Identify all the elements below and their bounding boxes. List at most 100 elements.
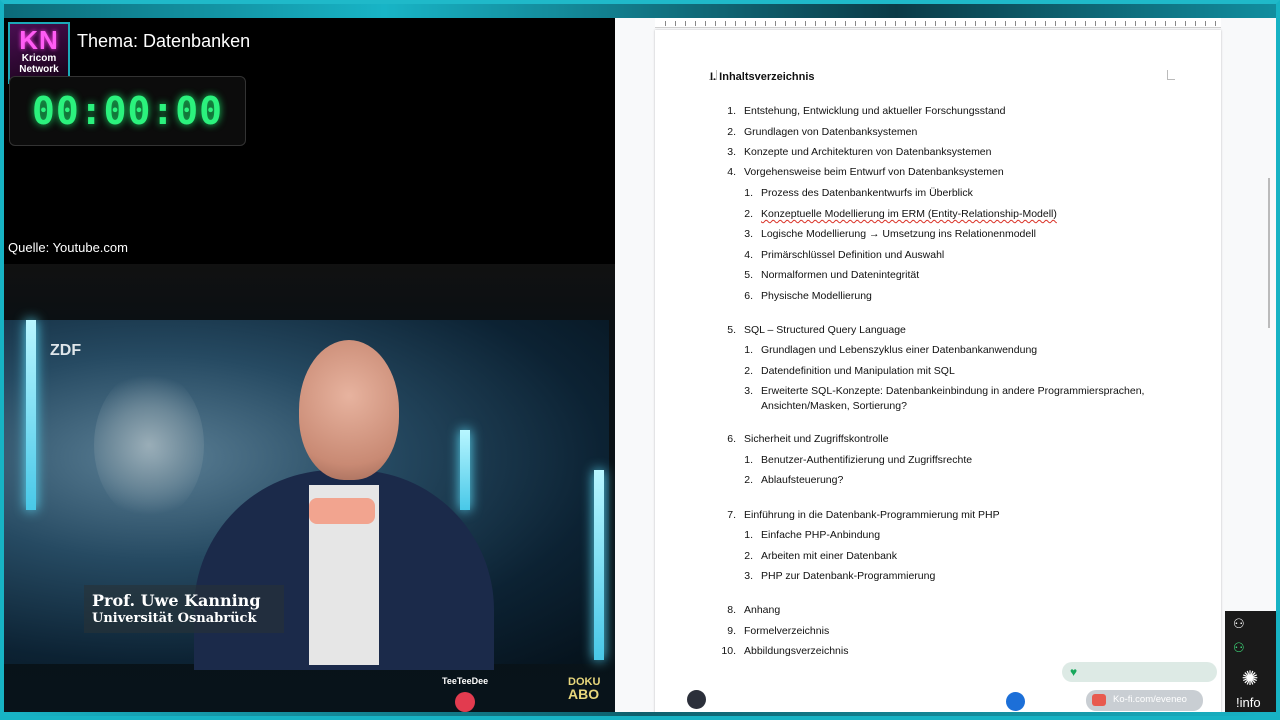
- toc-number: 2.: [744, 550, 753, 562]
- ruler-tick: [1085, 21, 1086, 26]
- ruler-tick: [725, 21, 726, 26]
- toc-number: 3.: [744, 570, 753, 582]
- toc-text: Logische Modellierung → Umsetzung ins Re…: [761, 228, 1036, 240]
- ruler-tick: [865, 21, 866, 26]
- ruler-tick: [675, 21, 676, 26]
- toc-text: Grundlagen von Datenbanksystemen: [744, 126, 918, 138]
- logo-main: KN: [19, 25, 59, 55]
- video-player[interactable]: ZDF Prof. Uwe Kanning Universität Osnabr…: [4, 264, 615, 712]
- toc-text: Einführung in die Datenbank-Programmieru…: [744, 509, 1000, 521]
- toc-number: 9.: [727, 625, 736, 637]
- studio-light-bar: [26, 320, 36, 510]
- ruler-tick: [805, 21, 806, 26]
- speaker-bow-tie: [309, 498, 375, 524]
- ruler-tick: [915, 21, 916, 26]
- info-label: !info: [1236, 695, 1261, 710]
- ruler-tick: [925, 21, 926, 26]
- document-viewer[interactable]: I. Inhaltsverzeichnis 1. Entstehung, Entw…: [615, 18, 1276, 712]
- toc-subitem: 1. Einfache PHP-Anbindung: [744, 529, 880, 541]
- toc-number: 10.: [721, 645, 736, 657]
- ruler-tick: [935, 21, 936, 26]
- viewer-name: TeeTeeDee: [442, 676, 489, 686]
- toc-subitem: 6. Physische Modellierung: [744, 290, 872, 302]
- ruler-tick: [1125, 21, 1126, 26]
- lower-third: Prof. Uwe Kanning Universität Osnabrück: [84, 585, 284, 633]
- toc-text: Konzepte und Architekturen von Datenbank…: [744, 146, 992, 158]
- toc-subitem: 1. Benutzer-Authentifizierung und Zugriff…: [744, 454, 972, 466]
- ruler-tick: [1045, 21, 1046, 26]
- badge-line-2: ABO: [568, 686, 600, 702]
- toc-subitem: 3. PHP zur Datenbank-Programmierung: [744, 570, 936, 582]
- ruler-tick: [1145, 21, 1146, 26]
- margin-corner-right: [1167, 70, 1175, 80]
- studio-light-bar: [460, 430, 470, 510]
- toc-text: Prozess des Datenbankentwurfs im Überbli…: [761, 187, 973, 199]
- toc-subitem: 2. Konzeptuelle Modellierung im ERM (Enti…: [744, 208, 1057, 220]
- cup-icon: [1092, 694, 1106, 706]
- toc-number: 1.: [744, 187, 753, 199]
- toc-number: 5.: [744, 269, 753, 281]
- timer-display: 00:00:00: [31, 89, 224, 133]
- speaker-name: Prof. Uwe Kanning: [92, 591, 261, 610]
- ruler-tick: [1115, 21, 1116, 26]
- background-face: [94, 370, 204, 520]
- toc-subitem: 3. Erweiterte SQL-Konzepte: Datenbankeinb…: [744, 385, 1144, 397]
- ruler-tick: [945, 21, 946, 26]
- toc-item: 8. Anhang: [727, 604, 781, 616]
- toc-item: 6. Sicherheit und Zugriffskontrolle: [727, 433, 888, 445]
- toc-text: Formelverzeichnis: [744, 625, 830, 637]
- toc-text: Datendefinition und Manipulation mit SQL: [761, 365, 955, 377]
- ruler-tick: [985, 21, 986, 26]
- topic-title: Thema: Datenbanken: [77, 31, 251, 51]
- toc-number: 4.: [744, 249, 753, 261]
- toc-item: 10. Abbildungsverzeichnis: [721, 645, 848, 657]
- viewer-avatar-blue: [1006, 692, 1025, 711]
- toc-number: 6.: [727, 433, 736, 445]
- horizontal-ruler[interactable]: [655, 18, 1221, 28]
- kn-logo: KN Kricom Network: [8, 22, 70, 84]
- toc-item: 4. Vorgehensweise beim Entwurf von Datenb…: [727, 166, 1004, 178]
- ruler-tick: [785, 21, 786, 26]
- ruler-tick: [885, 21, 886, 26]
- kofi-link[interactable]: Ko-fi.com/eveneo: [1086, 690, 1203, 711]
- toc-text: SQL – Structured Query Language: [744, 324, 906, 336]
- toc-number: 1.: [744, 344, 753, 356]
- donation-pill: ♥: [1062, 662, 1217, 682]
- ruler-tick: [995, 21, 996, 26]
- ruler-tick: [685, 21, 686, 26]
- ruler-tick: [855, 21, 856, 26]
- toc-number: 3.: [744, 385, 753, 397]
- video-frame: ZDF Prof. Uwe Kanning Universität Osnabr…: [4, 320, 609, 670]
- stream-panel: KN Kricom Network Thema: Datenbanken 00:…: [4, 18, 615, 712]
- toc-number: 4.: [727, 166, 736, 178]
- ruler-tick: [835, 21, 836, 26]
- ruler-tick: [965, 21, 966, 26]
- kofi-label: Ko-fi.com/eveneo: [1113, 694, 1187, 705]
- stream-frame-bottom: [0, 712, 1280, 720]
- vertical-scrollbar[interactable]: [1268, 178, 1270, 328]
- ruler-tick: [735, 21, 736, 26]
- toc-text: Primärschlüssel Definition und Auswahl: [761, 249, 945, 261]
- ruler-tick: [895, 21, 896, 26]
- document-page[interactable]: I. Inhaltsverzeichnis 1. Entstehung, Entw…: [655, 30, 1221, 712]
- ruler-tick: [695, 21, 696, 26]
- ruler-tick: [1075, 21, 1076, 26]
- user-online-icon: ⚇: [1233, 640, 1245, 655]
- toc-number: 3.: [727, 146, 736, 158]
- toc-item: 9. Formelverzeichnis: [727, 625, 830, 637]
- ruler-tick: [1165, 21, 1166, 26]
- ruler-tick: [815, 21, 816, 26]
- toc-number: 1.: [744, 529, 753, 541]
- logo-sub-2: Network: [19, 64, 59, 75]
- ruler-tick: [1155, 21, 1156, 26]
- ruler-tick: [1055, 21, 1056, 26]
- toc-subitem: 1. Grundlagen und Lebenszyklus einer Date…: [744, 344, 1037, 356]
- toc-text: Vorgehensweise beim Entwurf von Datenban…: [744, 166, 1004, 178]
- toc-text: Anhang: [744, 604, 781, 616]
- timer-box: 00:00:00: [9, 76, 246, 146]
- toc-subitem: 3. Logische Modellierung → Umsetzung ins …: [744, 228, 1036, 240]
- viewer-avatar-dark: [687, 690, 706, 709]
- toc-text: PHP zur Datenbank-Programmierung: [761, 570, 936, 582]
- ruler-tick: [1015, 21, 1016, 26]
- toc-number: 7.: [727, 509, 736, 521]
